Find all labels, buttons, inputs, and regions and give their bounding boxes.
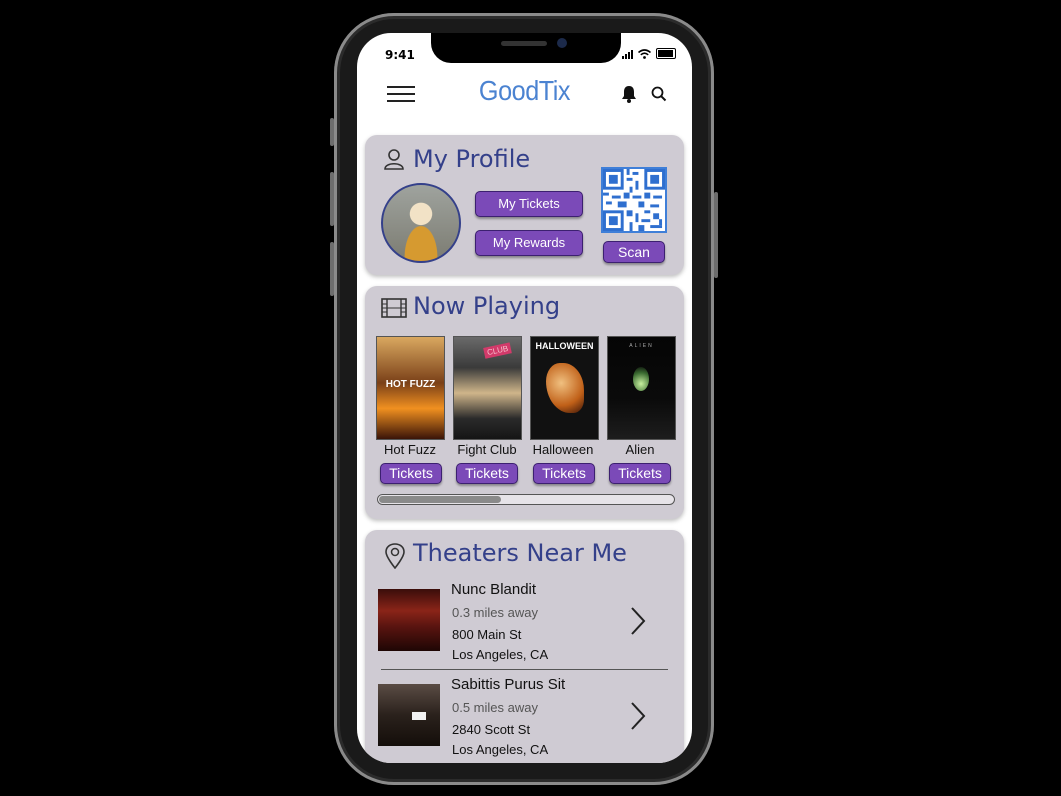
movie-title: Halloween [532, 442, 594, 457]
volume-up-button [330, 172, 334, 226]
theater-distance: 0.3 miles away [452, 605, 538, 620]
tickets-button[interactable]: Tickets [533, 463, 595, 484]
theater-city: Los Angeles, CA [452, 647, 549, 662]
scan-button[interactable]: Scan [603, 241, 665, 263]
poster-alien[interactable]: ALIEN [607, 336, 676, 440]
theater-thumbnail[interactable] [378, 589, 440, 651]
tickets-button[interactable]: Tickets [609, 463, 671, 484]
my-rewards-button[interactable]: My Rewards [475, 230, 583, 256]
chevron-right-icon[interactable] [629, 606, 647, 636]
mute-switch [330, 118, 334, 146]
power-button [714, 192, 718, 278]
poster-halloween[interactable]: HALLOWEEN [530, 336, 599, 440]
poster-fight-club[interactable]: CLUB [453, 336, 522, 440]
screen: 9:41 GoodTix My Profile My Tickets My Re… [357, 33, 692, 763]
theaters-card: Theaters Near Me Nunc Blandit 0.3 miles … [365, 530, 684, 763]
poster-hot-fuzz[interactable]: HOT FUZZ [376, 336, 445, 440]
battery-icon [656, 48, 676, 59]
theaters-title: Theaters Near Me [413, 539, 627, 567]
qr-code-icon[interactable] [601, 167, 667, 233]
divider [381, 669, 668, 670]
chevron-right-icon[interactable] [629, 701, 647, 731]
avatar[interactable] [381, 183, 461, 263]
theater-distance: 0.5 miles away [452, 700, 538, 715]
movie-title: Fight Club [457, 442, 517, 457]
notch [431, 33, 621, 63]
tickets-button[interactable]: Tickets [380, 463, 442, 484]
scrollbar-thumb[interactable] [379, 496, 501, 503]
volume-down-button [330, 242, 334, 296]
wifi-icon [638, 49, 651, 59]
theater-street: 800 Main St [452, 627, 522, 642]
horizontal-scrollbar[interactable] [377, 494, 675, 505]
status-icons [622, 48, 676, 59]
signal-icon [622, 50, 633, 59]
theater-thumbnail[interactable] [378, 684, 440, 746]
film-icon [381, 298, 407, 318]
status-time: 9:41 [385, 48, 415, 62]
my-tickets-button[interactable]: My Tickets [475, 191, 583, 217]
profile-title: My Profile [413, 145, 531, 173]
now-playing-card: Now Playing HOT FUZZ CLUB HALLOWEEN ALIE… [365, 286, 684, 519]
theater-street: 2840 Scott St [452, 722, 531, 737]
user-icon [384, 149, 404, 170]
now-playing-title: Now Playing [413, 292, 561, 320]
profile-card: My Profile My Tickets My Rewards Scan [365, 135, 684, 275]
theater-name[interactable]: Nunc Blandit [451, 581, 536, 598]
movie-title: Hot Fuzz [383, 442, 436, 457]
theater-city: Los Angeles, CA [452, 742, 549, 757]
camera [557, 38, 567, 48]
movie-title: Alien [625, 442, 655, 457]
bell-icon[interactable] [621, 85, 637, 103]
tickets-button[interactable]: Tickets [456, 463, 518, 484]
search-icon[interactable] [651, 86, 667, 102]
map-pin-icon [385, 543, 405, 569]
theater-name[interactable]: Sabittis Purus Sit [451, 676, 565, 693]
speaker [501, 41, 547, 46]
